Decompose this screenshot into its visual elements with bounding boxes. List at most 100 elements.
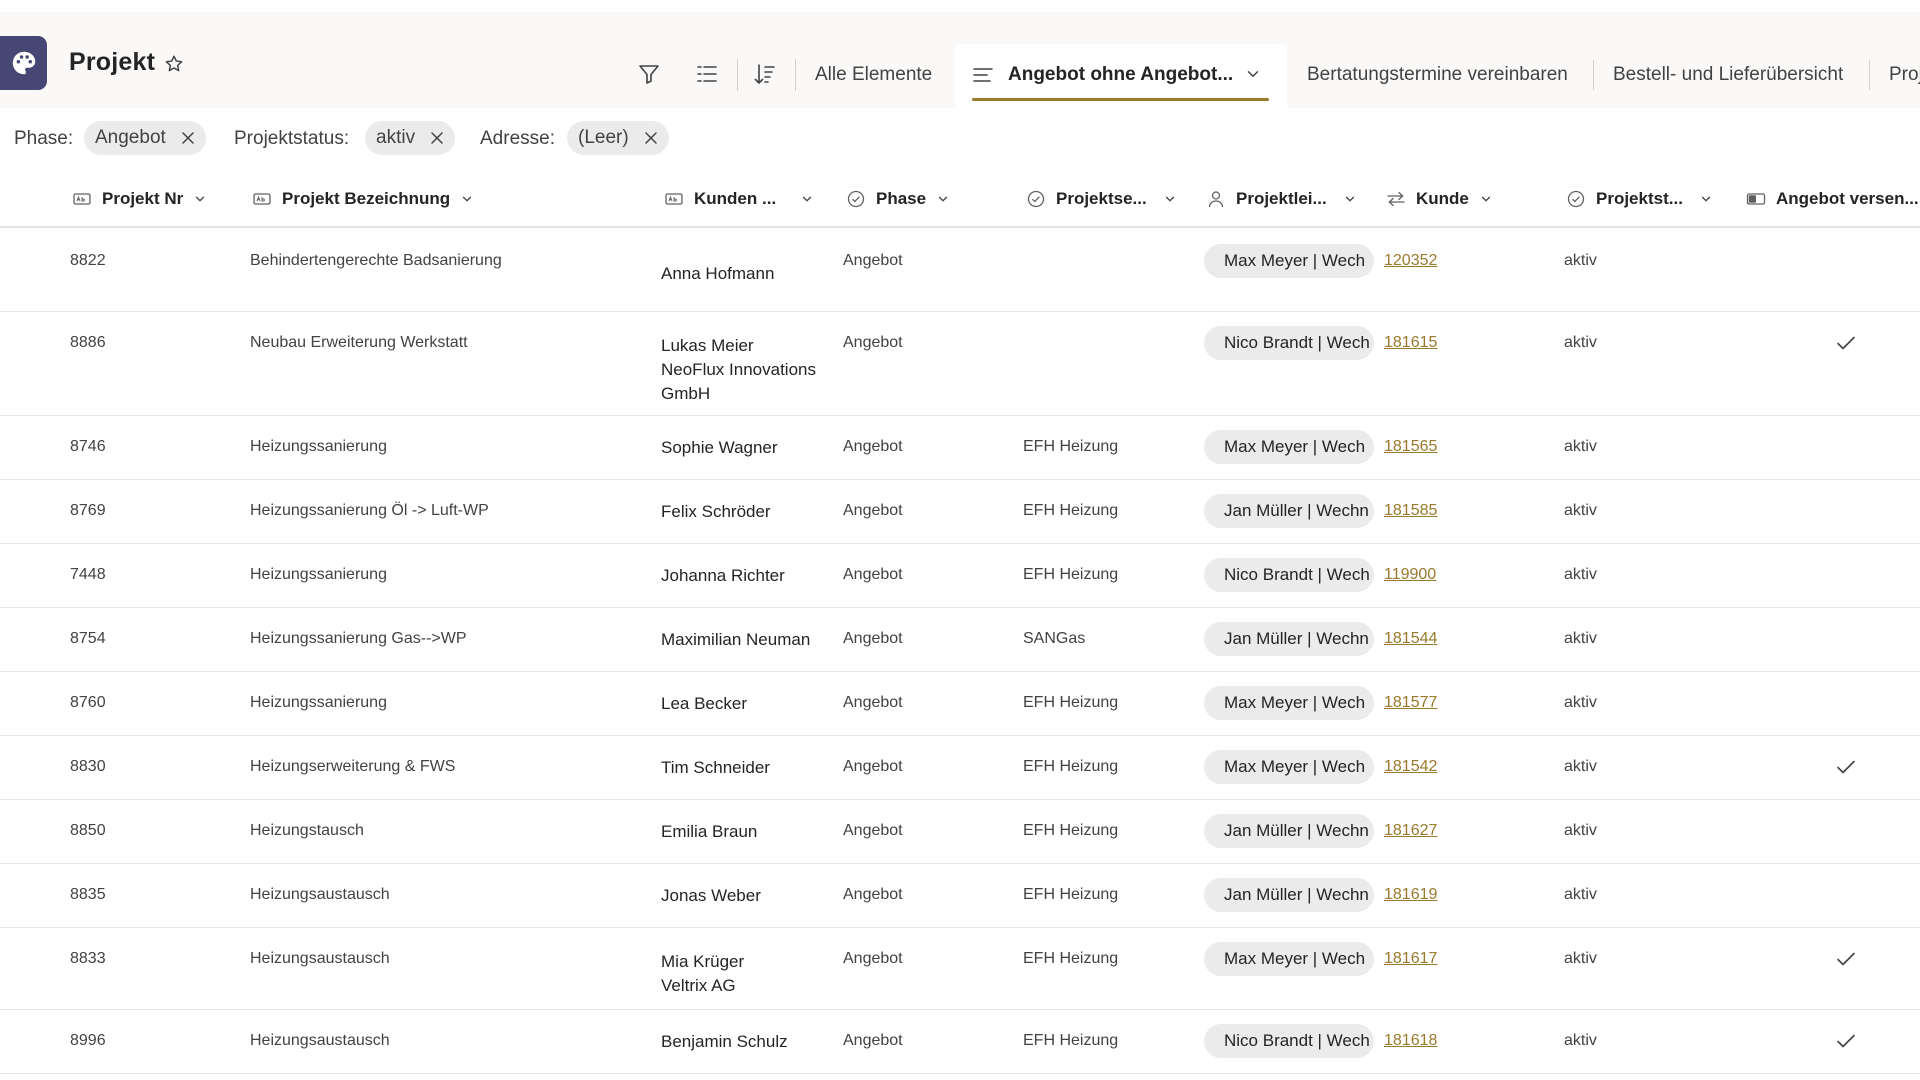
tab-beratungstermine[interactable]: Bertatungstermine vereinbaren	[1307, 60, 1568, 90]
column-header-projekt-nr[interactable]: Projekt Nr	[72, 188, 207, 210]
projektleiter-pill[interactable]: Jan Müller | Wechn	[1204, 494, 1374, 528]
filter-button[interactable]	[635, 60, 663, 88]
chevron-down-icon	[196, 196, 205, 202]
projektsegment: SANGas	[1023, 630, 1086, 647]
kunden-name: Mia Krüger Veltrix AG	[661, 950, 829, 998]
kunde-link[interactable]: 119900	[1384, 566, 1436, 584]
phase: Angebot	[843, 566, 903, 583]
kunde-link[interactable]: 120352	[1384, 252, 1437, 270]
table-row[interactable]: 8746 Heizungssanierung Sophie Wagner Angebo…	[0, 416, 1920, 480]
column-header-projekt-bezeichnung[interactable]: Projekt Bezeichnung	[252, 188, 474, 210]
projektsegment: EFH Heizung	[1023, 566, 1119, 583]
phase: Angebot	[843, 334, 903, 351]
projektleiter-pill[interactable]: Jan Müller | Wechn	[1204, 622, 1374, 656]
projekt-bezeichnung: Heizungsaustausch	[250, 1032, 390, 1049]
projekt-nr: 8886	[70, 334, 106, 351]
projektleiter-pill[interactable]: Max Meyer | Wech	[1204, 750, 1374, 784]
app-icon[interactable]	[0, 36, 47, 90]
projektleiter-pill[interactable]: Nico Brandt | Wech	[1204, 326, 1374, 360]
kunde-person: Lukas Meier	[661, 336, 754, 355]
table-row[interactable]: 8996 Heizungsaustausch Benjamin Schulz Ange…	[0, 1010, 1920, 1074]
close-icon[interactable]	[429, 130, 445, 146]
toolbar-separator	[795, 59, 796, 91]
table-row[interactable]: 8850 Heizungstausch Emilia Braun Angebot EFH…	[0, 800, 1920, 864]
chevron-down-icon	[1701, 196, 1711, 202]
filter-value: aktiv	[376, 127, 416, 148]
chevron-down-icon	[803, 196, 812, 202]
projektleiter-pill[interactable]: Max Meyer | Wech	[1204, 686, 1374, 720]
list-group-icon	[697, 66, 717, 82]
kunden-name: Felix Schröder	[661, 500, 829, 524]
phase: Angebot	[843, 502, 903, 519]
projekt-bezeichnung: Heizungssanierung	[250, 566, 387, 583]
kunde-link[interactable]: 181585	[1384, 502, 1437, 520]
kunde-link[interactable]: 181577	[1384, 694, 1437, 712]
kunden-name: Anna Hofmann	[661, 262, 829, 286]
table-row[interactable]: 8833 Heizungsaustausch Mia Krüger Veltrix A…	[0, 928, 1920, 1010]
column-header-projektleiter[interactable]: Projektlei...	[1206, 188, 1357, 210]
close-icon[interactable]	[643, 130, 659, 146]
projektstatus: aktiv	[1564, 566, 1597, 583]
kunde-firma: Veltrix AG	[661, 976, 736, 995]
column-header-phase[interactable]: Phase	[846, 188, 950, 210]
sort-icon	[754, 64, 775, 85]
tab-proj[interactable]: Proj	[1889, 60, 1920, 90]
page-title: Projekt	[69, 48, 156, 76]
kunde-link[interactable]: 181615	[1384, 334, 1437, 352]
kunde-link[interactable]: 181627	[1384, 822, 1437, 840]
projektstatus: aktiv	[1564, 886, 1597, 903]
view-list-icon	[973, 68, 993, 82]
projekt-nr: 8760	[70, 694, 106, 711]
close-icon[interactable]	[180, 130, 196, 146]
kunde-link[interactable]: 181619	[1384, 886, 1437, 904]
projektleiter-pill[interactable]: Max Meyer | Wech	[1204, 244, 1374, 278]
projekt-bezeichnung: Heizungserweiterung & FWS	[250, 758, 456, 775]
projektleiter-pill[interactable]: Max Meyer | Wech	[1204, 430, 1374, 464]
filter-chip-projektstatus[interactable]: aktiv	[365, 121, 456, 155]
table-row[interactable]: 8760 Heizungssanierung Lea Becker Angebot EF…	[0, 672, 1920, 736]
favorite-star-icon[interactable]	[163, 53, 185, 75]
checkmark-icon	[1837, 952, 1855, 966]
projektleiter-pill[interactable]: Jan Müller | Wechn	[1204, 814, 1374, 848]
top-strip	[0, 0, 1920, 12]
projektleiter-pill[interactable]: Jan Müller | Wechn	[1204, 878, 1374, 912]
projekt-nr: 8996	[70, 1032, 106, 1049]
phase: Angebot	[843, 252, 903, 269]
kunde-link[interactable]: 181565	[1384, 438, 1437, 456]
phase: Angebot	[843, 630, 903, 647]
table-row[interactable]: 8835 Heizungsaustausch Jonas Weber Angebot E…	[0, 864, 1920, 928]
column-header-projektstatus[interactable]: Projektst...	[1566, 188, 1713, 210]
phase: Angebot	[843, 886, 903, 903]
kunde-link[interactable]: 181544	[1384, 630, 1437, 648]
phase: Angebot	[843, 438, 903, 455]
projektsegment: EFH Heizung	[1023, 886, 1119, 903]
sort-button[interactable]	[751, 60, 779, 88]
table-row[interactable]: 8822 Behindertengerechte Badsanierung Anna…	[0, 230, 1920, 312]
kunde-link[interactable]: 181618	[1384, 1032, 1437, 1050]
projektleiter-pill[interactable]: Nico Brandt | Wech	[1204, 1024, 1374, 1058]
filter-label-adresse: Adresse:	[480, 128, 555, 149]
projektleiter-pill[interactable]: Max Meyer | Wech	[1204, 942, 1374, 976]
column-header-angebot-versendet[interactable]: Angebot versen...	[1746, 188, 1919, 210]
table-row[interactable]: 7448 Heizungssanierung Johanna Richter Ange…	[0, 544, 1920, 608]
column-header-kunden[interactable]: Kunden ...	[664, 188, 814, 210]
tab-separator	[1593, 60, 1594, 90]
tab-bestell-lieferuebersicht[interactable]: Bestell- und Lieferübersicht	[1613, 60, 1843, 90]
table-row[interactable]: 8754 Heizungssanierung Gas-->WP Maximilian…	[0, 608, 1920, 672]
projekt-nr: 7448	[70, 566, 106, 583]
table-row[interactable]: 8769 Heizungssanierung Öl -> Luft-WP Felix…	[0, 480, 1920, 544]
tab-alle-elemente[interactable]: Alle Elemente	[815, 60, 932, 90]
filter-chip-phase[interactable]: Angebot	[84, 121, 206, 155]
projektleiter-pill[interactable]: Nico Brandt | Wech	[1204, 558, 1374, 592]
kunden-name: Jonas Weber	[661, 884, 829, 908]
chevron-down-icon[interactable]	[1244, 65, 1262, 83]
kunde-link[interactable]: 181617	[1384, 950, 1437, 968]
projektstatus: aktiv	[1564, 822, 1597, 839]
table-row[interactable]: 8830 Heizungserweiterung & FWS Tim Schneid…	[0, 736, 1920, 800]
table-row[interactable]: 8886 Neubau Erweiterung Werkstatt Lukas Me…	[0, 312, 1920, 416]
group-by-button[interactable]	[693, 60, 721, 88]
column-header-projektsegment[interactable]: Projektse...	[1026, 188, 1177, 210]
column-header-kunde[interactable]: Kunde	[1386, 188, 1493, 210]
kunde-link[interactable]: 181542	[1384, 758, 1437, 776]
filter-chip-adresse[interactable]: (Leer)	[567, 121, 669, 155]
